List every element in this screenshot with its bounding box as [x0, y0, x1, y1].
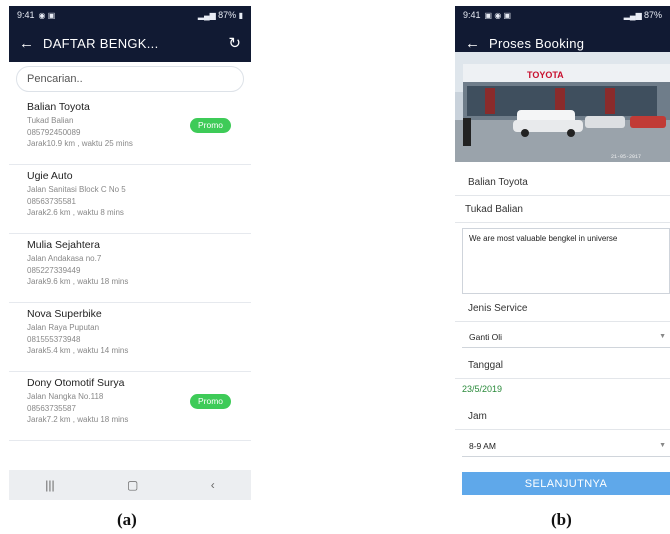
workshop-name: Mulia Sejahtera: [27, 239, 100, 251]
service-select[interactable]: Ganti Oli ▼: [462, 326, 670, 348]
service-label: Jenis Service: [455, 296, 670, 322]
date-value[interactable]: 23/5/2019: [462, 384, 502, 394]
workshop-distance: Jarak2.6 km , waktu 8 mins: [27, 208, 124, 217]
refresh-icon[interactable]: ↻: [228, 34, 241, 52]
list-item[interactable]: Ugie Auto Jalan Sanitasi Block C No 5 08…: [9, 165, 251, 234]
workshop-address: Jalan Andakasa no.7: [27, 254, 102, 263]
list-item[interactable]: Dony Otomotif Surya Jalan Nangka No.118 …: [9, 372, 251, 441]
phone-workshop-list: 9:41 ◉ ▣ ▂▄▆ 87% ▮ ← DAFTAR BENGK... ↻ B…: [9, 6, 251, 500]
dropdown-caret-icon: ▼: [659, 442, 666, 449]
caption-a: (a): [117, 510, 137, 529]
status-time: 9:41: [463, 10, 481, 20]
workshop-distance: Jarak10.9 km , waktu 25 mins: [27, 139, 133, 148]
workshop-distance: Jarak7.2 km , waktu 18 mins: [27, 415, 129, 424]
workshop-phone: 085227339449: [27, 265, 81, 275]
back-arrow-icon[interactable]: ←: [465, 35, 489, 52]
home-icon[interactable]: ▢: [127, 478, 138, 492]
workshop-photo: TOYOTA 21-05-2017: [455, 52, 670, 162]
notification-icon: ◉ ▣: [38, 10, 56, 20]
system-nav-bar: ||| ▢ ‹: [9, 470, 251, 500]
signal-icon: ▂▄▆: [623, 11, 644, 20]
date-label: Tanggal: [455, 353, 670, 379]
list-item[interactable]: Nova Superbike Jalan Raya Puputan 081555…: [9, 303, 251, 372]
status-bar: 9:41 ▣ ◉ ▣ ▂▄▆ 87%: [455, 6, 670, 24]
dealership-illustration: TOYOTA 21-05-2017: [455, 52, 670, 162]
signal-icon: ▂▄▆: [197, 11, 219, 20]
dropdown-caret-icon: ▼: [659, 333, 666, 340]
workshop-phone: 081555373948: [27, 334, 81, 344]
battery-percent: 87%: [218, 10, 237, 20]
time-label: Jam: [455, 404, 670, 430]
app-bar: ← DAFTAR BENGK... ↻: [9, 24, 251, 62]
notification-icon: ▣ ◉ ▣: [484, 10, 512, 20]
list-item[interactable]: Balian Toyota Tukad Balian 085792450089 …: [9, 96, 251, 165]
workshop-address: Jalan Raya Puputan: [27, 323, 100, 332]
next-button[interactable]: SELANJUTNYA: [462, 472, 670, 495]
battery-percent: 87%: [643, 10, 662, 20]
workshop-distance: Jarak9.6 km , waktu 18 mins: [27, 277, 129, 286]
back-arrow-icon[interactable]: ←: [19, 35, 43, 52]
status-bar: 9:41 ◉ ▣ ▂▄▆ 87% ▮: [9, 6, 251, 24]
workshop-address-field: Tukad Balian: [455, 197, 670, 223]
time-select[interactable]: 8-9 AM ▼: [462, 435, 670, 457]
workshop-name-field: Balian Toyota: [455, 170, 670, 196]
recent-apps-icon[interactable]: |||: [45, 478, 54, 492]
workshop-phone: 08563735581: [27, 196, 76, 206]
page-title: DAFTAR BENGK...: [43, 35, 159, 51]
workshop-name: Nova Superbike: [27, 308, 102, 320]
workshop-name: Dony Otomotif Surya: [27, 377, 125, 389]
workshop-list: Balian Toyota Tukad Balian 085792450089 …: [9, 96, 251, 441]
promo-badge[interactable]: Promo: [190, 394, 231, 409]
service-value: Ganti Oli: [469, 332, 503, 342]
time-value: 8-9 AM: [469, 441, 496, 451]
photo-brand-text: TOYOTA: [527, 70, 564, 80]
page-title: Proses Booking: [489, 35, 585, 51]
photo-timestamp: 21-05-2017: [611, 154, 641, 160]
phone-booking-form: 9:41 ▣ ◉ ▣ ▂▄▆ 87% ← Proses Booking TOYO…: [455, 6, 670, 500]
search-input[interactable]: [16, 66, 244, 92]
battery-icon: ▮: [238, 11, 243, 20]
caption-b: (b): [551, 510, 572, 529]
workshop-name: Ugie Auto: [27, 170, 73, 182]
nav-back-icon[interactable]: ‹: [211, 478, 215, 492]
workshop-distance: Jarak5.4 km , waktu 14 mins: [27, 346, 129, 355]
status-time: 9:41: [17, 10, 35, 20]
list-item[interactable]: Mulia Sejahtera Jalan Andakasa no.7 0852…: [9, 234, 251, 303]
description-box[interactable]: We are most valuable bengkel in universe: [462, 228, 670, 294]
workshop-address: Jalan Sanitasi Block C No 5: [27, 185, 126, 194]
promo-badge[interactable]: Promo: [190, 118, 231, 133]
workshop-name: Balian Toyota: [27, 101, 90, 113]
